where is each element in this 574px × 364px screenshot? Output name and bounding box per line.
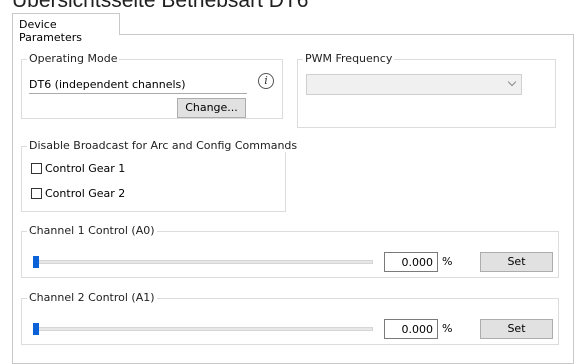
control-gear-1-label: Control Gear 1 bbox=[45, 162, 126, 175]
pwm-frequency-select[interactable] bbox=[306, 74, 522, 95]
channel-2-title: Channel 2 Control (A1) bbox=[27, 291, 157, 304]
page-title: Übersichtsseite Betriebsart DT6 bbox=[12, 0, 309, 12]
channel-2-value-input[interactable]: 0.000 bbox=[384, 319, 438, 339]
operating-mode-group: Operating Mode DT6 (independent channels… bbox=[21, 52, 283, 119]
chevron-down-icon bbox=[507, 77, 517, 87]
control-gear-2-label: Control Gear 2 bbox=[45, 187, 126, 200]
channel-2-group: Channel 2 Control (A1) 0.000 % Set bbox=[21, 291, 559, 345]
pwm-frequency-title: PWM Frequency bbox=[303, 52, 395, 65]
channel-1-slider-thumb[interactable] bbox=[33, 256, 39, 268]
tab-device-parameters[interactable]: Device Parameters bbox=[12, 13, 120, 44]
channel-1-group: Channel 1 Control (A0) 0.000 % Set bbox=[21, 224, 559, 278]
disable-broadcast-title: Disable Broadcast for Arc and Config Com… bbox=[27, 139, 300, 152]
operating-mode-value: DT6 (independent channels) bbox=[29, 78, 247, 94]
channel-1-title: Channel 1 Control (A0) bbox=[27, 224, 157, 237]
control-gear-2-checkbox[interactable] bbox=[31, 188, 42, 199]
channel-1-slider[interactable] bbox=[33, 256, 373, 268]
channel-2-unit: % bbox=[442, 322, 453, 335]
channel-1-value-input[interactable]: 0.000 bbox=[384, 252, 438, 272]
channel-1-unit: % bbox=[442, 255, 453, 268]
change-button[interactable]: Change... bbox=[177, 98, 246, 118]
channel-1-set-button[interactable]: Set bbox=[480, 252, 553, 272]
info-icon[interactable]: i bbox=[258, 73, 274, 89]
disable-broadcast-group: Disable Broadcast for Arc and Config Com… bbox=[21, 139, 300, 212]
channel-2-set-button[interactable]: Set bbox=[480, 319, 553, 339]
operating-mode-title: Operating Mode bbox=[27, 52, 120, 65]
control-gear-1-checkbox[interactable] bbox=[31, 163, 42, 174]
tab-panel: Operating Mode DT6 (independent channels… bbox=[12, 34, 574, 364]
channel-2-slider[interactable] bbox=[33, 323, 373, 335]
channel-2-slider-thumb[interactable] bbox=[33, 323, 39, 335]
pwm-frequency-group: PWM Frequency bbox=[297, 52, 556, 128]
